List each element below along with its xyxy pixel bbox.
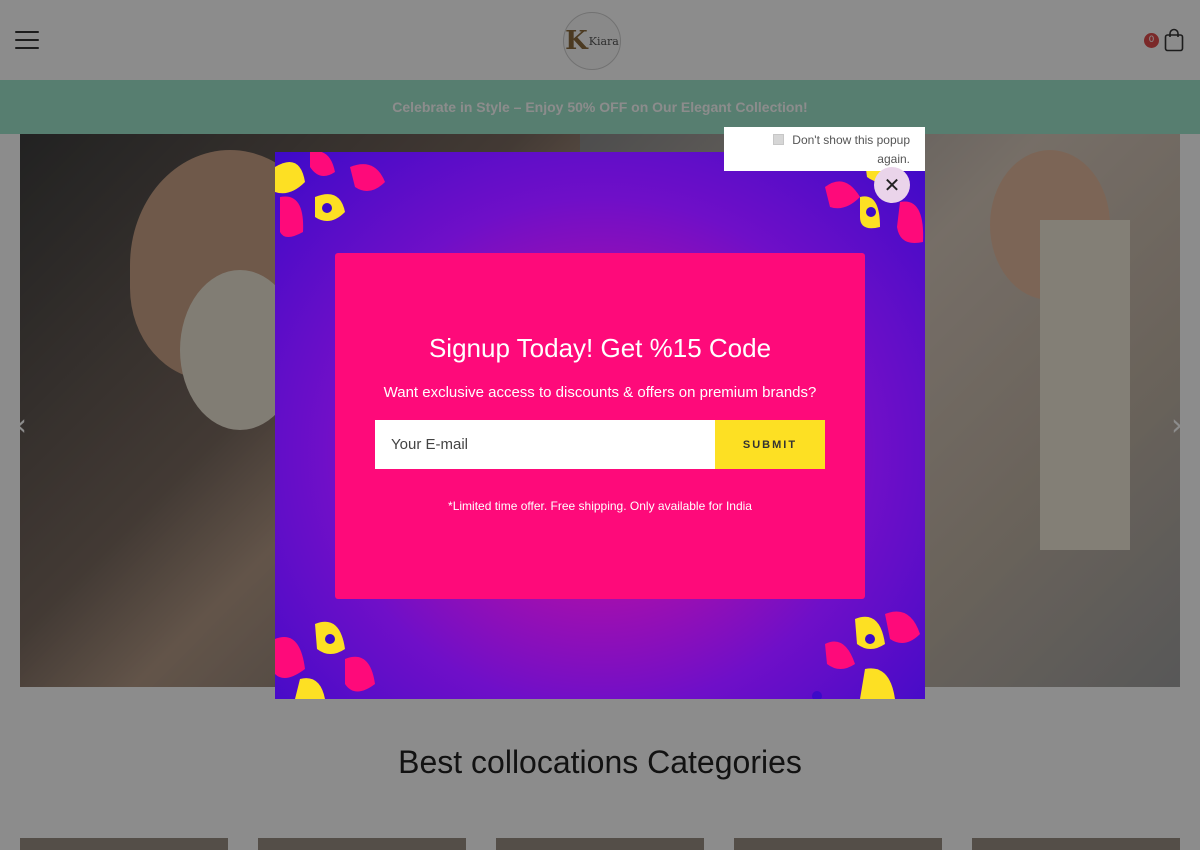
flower-decoration-bottom-left — [275, 621, 375, 699]
close-popup-button[interactable]: ✕ — [874, 167, 910, 203]
signup-popup: Signup Today! Get %15 Code Want exclusiv… — [275, 152, 925, 699]
email-field[interactable] — [375, 420, 715, 469]
popup-subtitle: Want exclusive access to discounts & off… — [383, 384, 817, 401]
dont-show-label: Don't show this popup again. — [792, 133, 910, 166]
flower-decoration-top-left — [275, 152, 385, 237]
flower-decoration-bottom-right — [812, 611, 920, 699]
offer-note: *Limited time offer. Free shipping. Only… — [448, 499, 752, 513]
close-icon: ✕ — [883, 173, 901, 197]
dont-show-checkbox[interactable] — [773, 134, 785, 145]
page: K Kiara 0 Celebrate in Style – Enjoy 50%… — [0, 0, 1200, 850]
dont-show-popup-option[interactable]: Don't show this popup again. — [724, 127, 925, 171]
signup-card: Signup Today! Get %15 Code Want exclusiv… — [335, 253, 865, 599]
submit-button[interactable]: SUBMIT — [715, 420, 825, 469]
popup-title: Signup Today! Get %15 Code — [428, 333, 772, 363]
